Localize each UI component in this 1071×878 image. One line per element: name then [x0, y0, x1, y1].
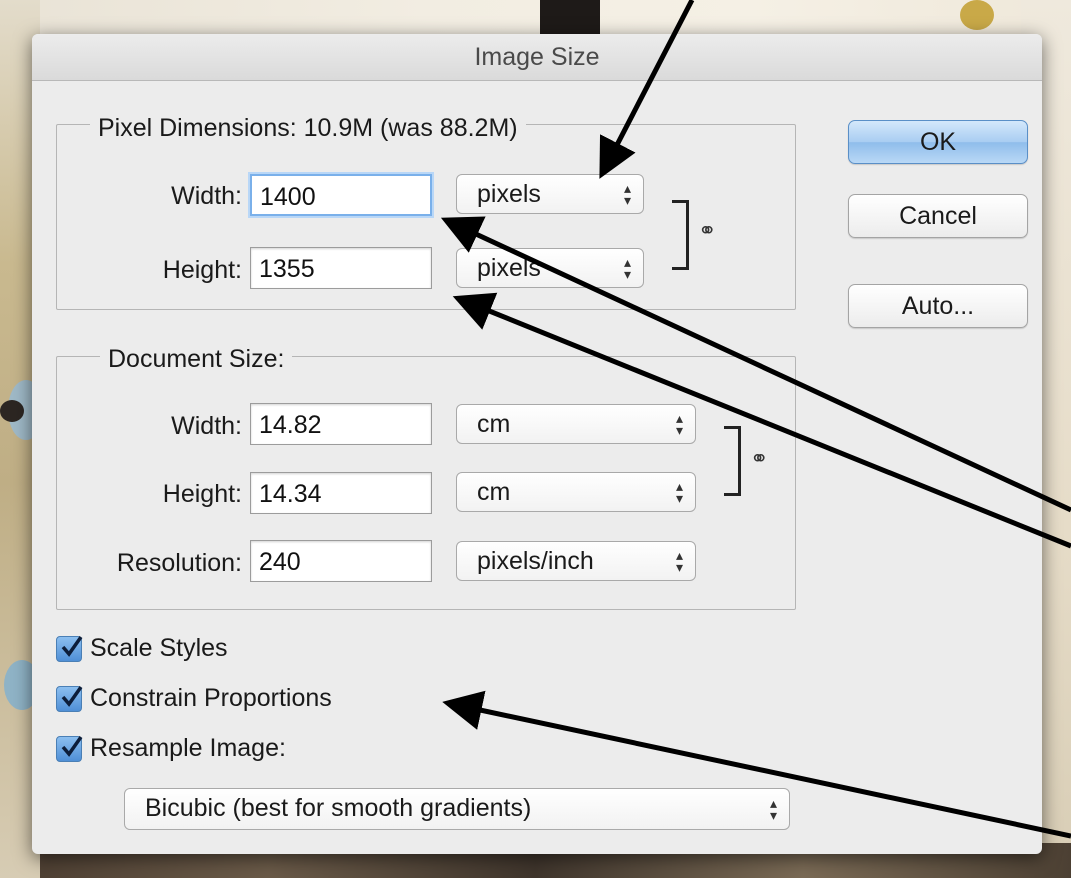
annotation-arrow	[599, 0, 695, 179]
annotation-arrow	[452, 292, 1071, 549]
annotation-arrow	[442, 690, 1071, 839]
annotation-arrow	[440, 216, 1071, 513]
annotation-arrows	[440, 0, 1071, 839]
